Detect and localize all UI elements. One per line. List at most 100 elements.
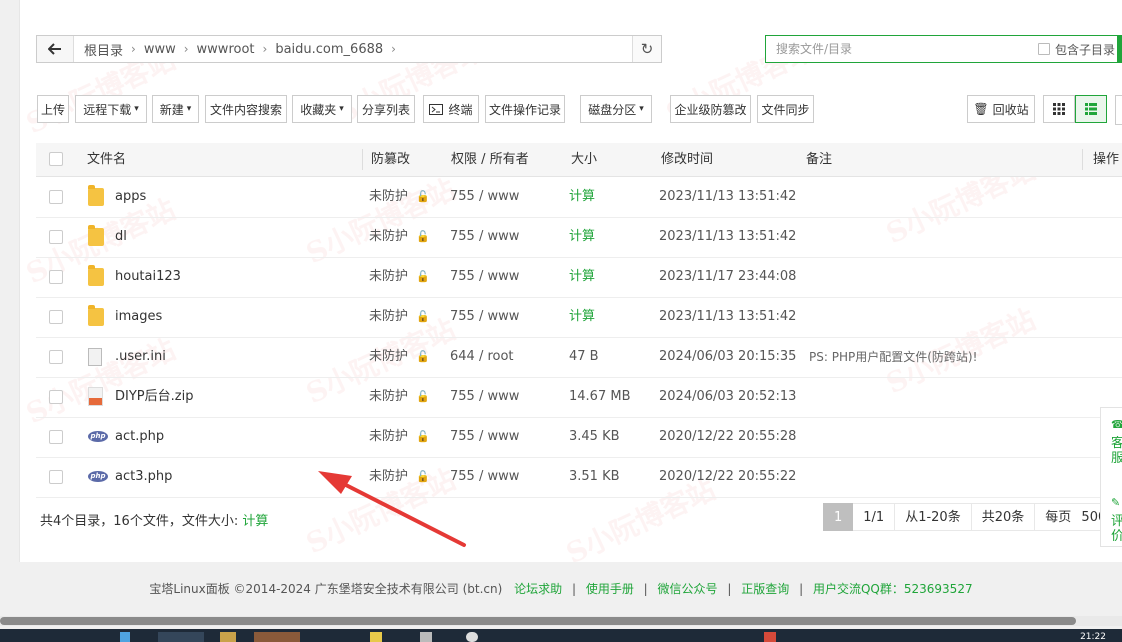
crumb-wwwroot[interactable]: wwwroot [194, 42, 258, 57]
file-name[interactable]: .user.ini [115, 337, 166, 377]
perm-owner[interactable]: 755 / www [450, 377, 519, 417]
table-row[interactable]: houtai123 未防护 🔓 755 / www 计算 2023/11/17 2… [36, 257, 1122, 298]
app-icon[interactable] [420, 632, 432, 642]
total-size-calc-link[interactable]: 计算 [242, 514, 268, 529]
favorites-button[interactable]: 收藏夹 ▾ [292, 95, 352, 123]
forum-link[interactable]: 论坛求助 [514, 582, 562, 596]
row-checkbox[interactable] [49, 430, 63, 444]
app-icon[interactable] [120, 632, 130, 642]
perm-owner[interactable]: 755 / www [450, 257, 519, 297]
manual-link[interactable]: 使用手册 [586, 582, 634, 596]
tamper-proof-button[interactable]: 企业级防篡改 [670, 95, 751, 123]
table-row[interactable]: images 未防护 🔓 755 / www 计算 2023/11/13 13:5… [36, 297, 1122, 338]
qq-group-link[interactable]: 用户交流QQ群：523693527 [813, 582, 973, 596]
protect-status[interactable]: 未防护 🔓 [369, 297, 430, 337]
page-current[interactable]: 1 [823, 503, 854, 531]
include-subdir-checkbox[interactable]: 包含子目录 [1038, 41, 1115, 58]
disk-partition-button[interactable]: 磁盘分区 ▾ [580, 95, 652, 123]
genuine-check-link[interactable]: 正版查询 [741, 582, 789, 596]
file-log-button[interactable]: 文件操作记录 [485, 95, 565, 123]
size-calc-link[interactable]: 计算 [569, 217, 595, 257]
crumb-www[interactable]: www [141, 42, 179, 57]
app-icon[interactable] [254, 632, 300, 642]
file-name[interactable]: houtai123 [115, 257, 181, 297]
include-subdir-label: 包含子目录 [1055, 42, 1116, 57]
side-tab[interactable] [1115, 95, 1122, 125]
review-button[interactable]: 评价 [1111, 514, 1122, 544]
protect-status[interactable]: 未防护 🔓 [369, 457, 430, 497]
col-mtime[interactable]: 修改时间 [661, 143, 713, 176]
protect-status[interactable]: 未防护 🔓 [369, 377, 430, 417]
size-calc-link[interactable]: 计算 [569, 297, 595, 337]
refresh-icon: ↻ [640, 40, 654, 58]
protect-status[interactable]: 未防护 🔓 [369, 257, 430, 297]
file-sync-button[interactable]: 文件同步 [757, 95, 814, 123]
file-name[interactable]: act.php [115, 417, 164, 457]
table-row[interactable]: dl 未防护 🔓 755 / www 计算 2023/11/13 13:51:42 [36, 217, 1122, 258]
table-row[interactable]: apps 未防护 🔓 755 / www 计算 2023/11/13 13:51:… [36, 177, 1122, 218]
back-button[interactable] [37, 36, 74, 62]
perm-owner[interactable]: 755 / www [450, 297, 519, 337]
table-row[interactable]: DIYP后台.zip 未防护 🔓 755 / www 14.67 MB 2024/… [36, 377, 1122, 418]
unlock-icon: 🔓 [416, 430, 430, 443]
new-button[interactable]: 新建 ▾ [152, 95, 199, 123]
grid-view-button[interactable] [1043, 95, 1075, 123]
size-calc-link[interactable]: 计算 [569, 177, 595, 217]
row-checkbox[interactable] [49, 470, 63, 484]
customer-service-button[interactable]: 客服 [1111, 436, 1122, 466]
checkbox[interactable] [1038, 43, 1050, 55]
folder-app-icon[interactable] [220, 632, 236, 642]
perm-owner[interactable]: 755 / www [450, 417, 519, 457]
file-name[interactable]: images [115, 297, 162, 337]
table-row[interactable]: php act3.php 未防护 🔓 755 / www 3.51 KB 2020… [36, 457, 1122, 498]
size-calc-link[interactable]: 计算 [569, 257, 595, 297]
upload-button[interactable]: 上传 [37, 95, 69, 123]
terminal-button[interactable]: 终端 [423, 95, 479, 123]
file-name[interactable]: act3.php [115, 457, 172, 497]
wechat-link[interactable]: 微信公众号 [658, 582, 718, 596]
remote-download-button[interactable]: 远程下载 ▾ [75, 95, 147, 123]
share-list-button[interactable]: 分享列表 [357, 95, 415, 123]
row-checkbox[interactable] [49, 350, 63, 364]
row-checkbox[interactable] [49, 270, 63, 284]
file-name[interactable]: apps [115, 177, 146, 217]
search-input[interactable] [774, 41, 1018, 57]
table-row[interactable]: .user.ini 未防护 🔓 644 / root 47 B 2024/06/0… [36, 337, 1122, 378]
protect-status[interactable]: 未防护 🔓 [369, 417, 430, 457]
app-icon[interactable] [370, 632, 382, 642]
row-checkbox[interactable] [49, 190, 63, 204]
perm-owner[interactable]: 755 / www [450, 457, 519, 497]
protect-status[interactable]: 未防护 🔓 [369, 217, 430, 257]
crumb-root[interactable]: 根目录 [81, 40, 126, 59]
protect-status[interactable]: 未防护 🔓 [369, 177, 430, 217]
perm-owner[interactable]: 644 / root [450, 337, 514, 377]
scrollbar-thumb[interactable] [0, 617, 1076, 625]
col-name[interactable]: 文件名 [87, 143, 126, 176]
file-name[interactable]: DIYP后台.zip [115, 377, 193, 417]
horizontal-scrollbar[interactable] [0, 616, 1122, 626]
browser-icon[interactable] [158, 632, 204, 642]
select-all-checkbox[interactable] [49, 152, 63, 166]
perm-owner[interactable]: 755 / www [450, 217, 519, 257]
app-icon[interactable] [764, 632, 776, 642]
row-checkbox[interactable] [49, 230, 63, 244]
app-icon[interactable] [466, 632, 478, 642]
col-perm[interactable]: 权限 / 所有者 [451, 143, 529, 176]
file-note[interactable]: PS: PHP用户配置文件(防跨站)! [809, 337, 977, 377]
search-button[interactable] [1117, 36, 1122, 62]
row-checkbox[interactable] [49, 310, 63, 324]
copyright-text: 宝塔Linux面板 ©2014-2024 广东堡塔安全技术有限公司 (bt.cn… [149, 582, 503, 596]
perm-owner[interactable]: 755 / www [450, 177, 519, 217]
crumb-site[interactable]: baidu.com_6688 [272, 42, 386, 57]
protect-status[interactable]: 未防护 🔓 [369, 337, 430, 377]
list-view-button[interactable] [1075, 95, 1107, 123]
col-protect[interactable]: 防篡改 [371, 143, 410, 176]
file-name[interactable]: dl [115, 217, 127, 257]
refresh-button[interactable]: ↻ [632, 36, 661, 62]
table-row[interactable]: php act.php 未防护 🔓 755 / www 3.45 KB 2020/… [36, 417, 1122, 458]
divider: | [571, 582, 576, 596]
col-size[interactable]: 大小 [571, 143, 597, 176]
content-search-button[interactable]: 文件内容搜索 [205, 95, 287, 123]
row-checkbox[interactable] [49, 390, 63, 404]
recycle-bin-button[interactable]: 🗑 回收站 [967, 95, 1035, 123]
